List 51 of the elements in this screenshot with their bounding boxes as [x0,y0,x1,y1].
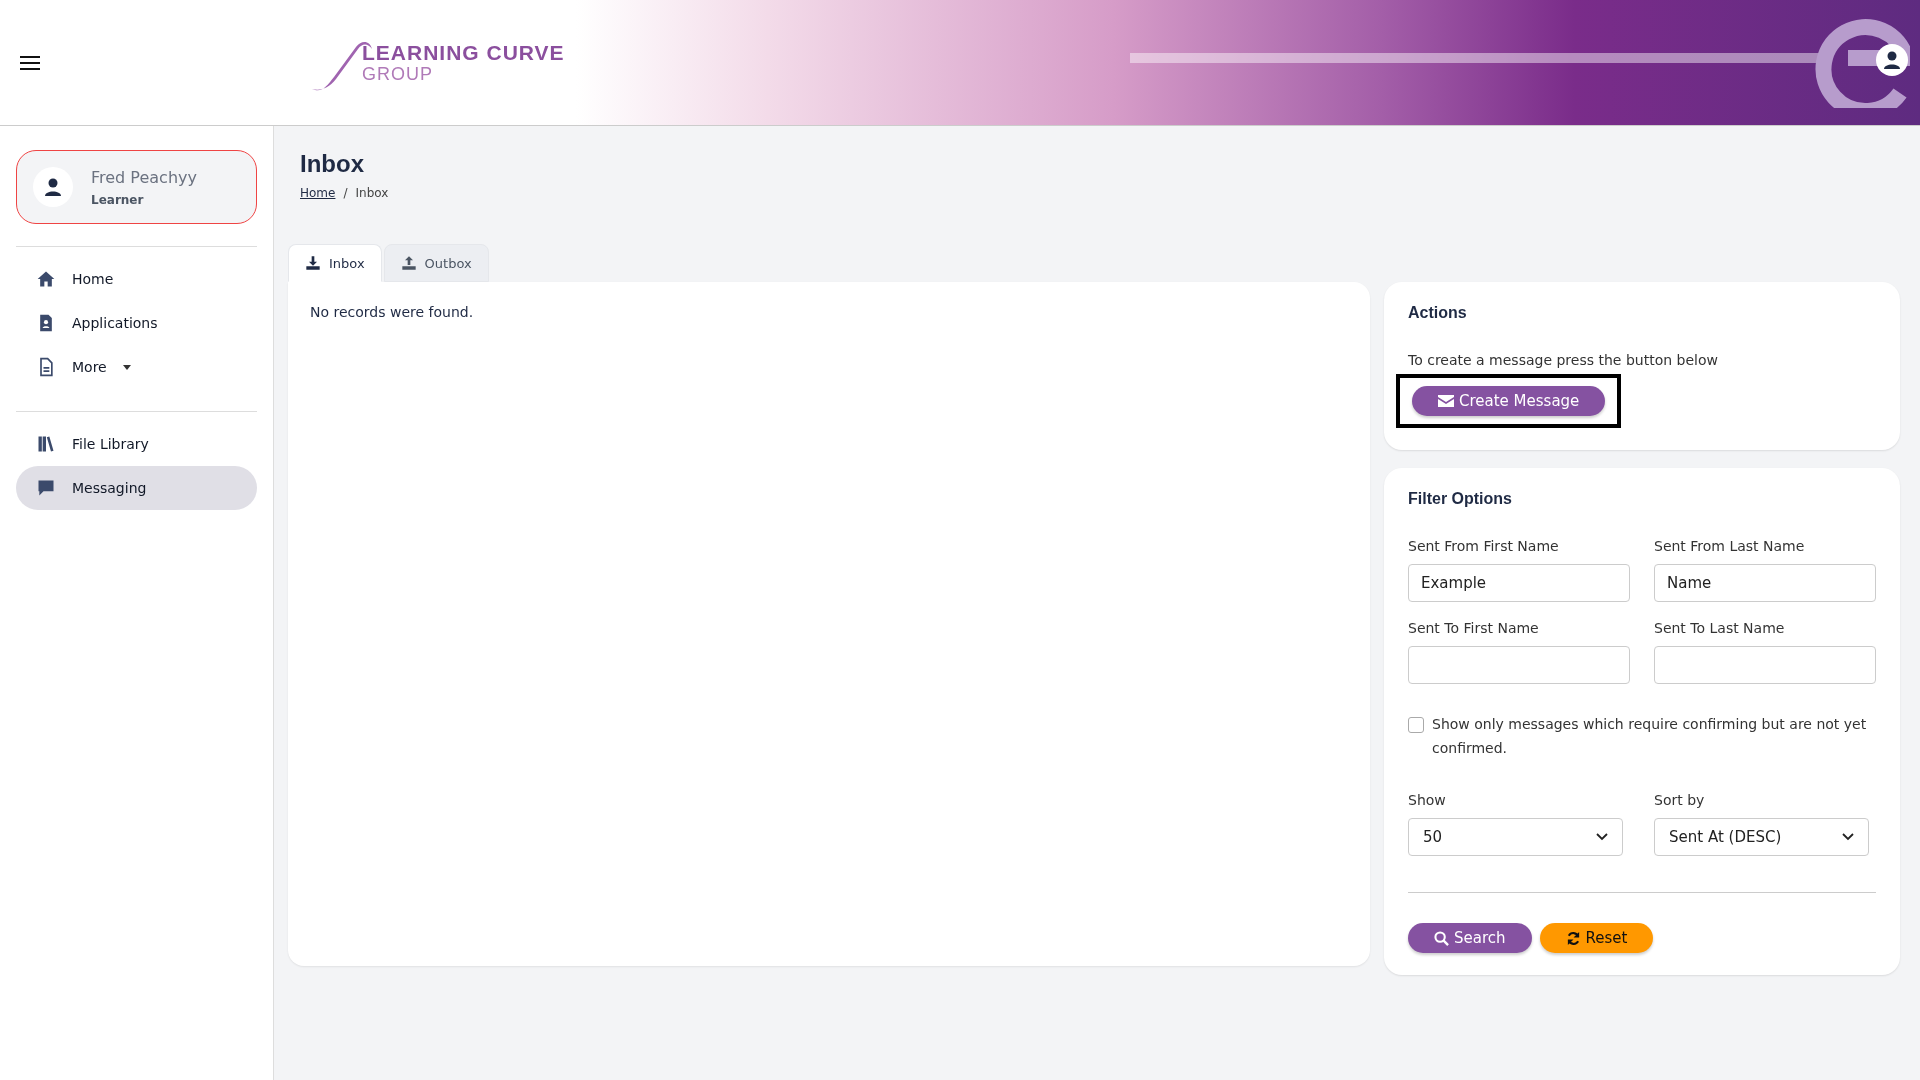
breadcrumb-link[interactable]: Home [300,186,336,200]
field-label: Sent To Last Name [1654,620,1786,636]
breadcrumb-current: Inbox [355,186,389,200]
sidebar-item[interactable]: Messaging [16,466,257,510]
sidebar-item[interactable]: Applications [16,301,257,345]
field-label: Sent To First Name [1408,620,1540,636]
user-icon [1884,51,1900,69]
download-icon [305,255,321,271]
actions-text: To create a message press the button below [1408,352,1719,368]
refresh-icon [1565,930,1581,946]
tab[interactable]: Inbox [288,244,382,282]
logo-title: LEARNING CURVE [362,42,565,63]
chevron-down-icon [1596,833,1609,841]
page-title: Inbox [300,150,365,178]
tab[interactable]: Outbox [383,244,489,282]
dropdown[interactable]: Sent At (DESC) [1654,818,1870,856]
user-icon [45,178,61,196]
reset-button[interactable]: Reset [1539,923,1654,953]
menu-icon[interactable] [20,55,40,70]
input-field[interactable]: Example [1408,564,1630,602]
empty-message: No records were found. [310,304,474,320]
checkbox[interactable] [1408,717,1424,733]
caret-icon [122,364,131,370]
envelope-icon [1438,395,1454,407]
sidebar-item[interactable]: File Library [16,422,257,466]
checkbox-label: Show only messages which require confirming but are not yet confirmed. [1432,715,1868,758]
sidebar-item[interactable]: More [16,345,257,389]
upload-icon [400,255,417,271]
input-field[interactable]: Name [1654,564,1876,602]
dropdown[interactable]: 50 [1408,818,1624,856]
logo-subtitle: GROUP [362,65,434,83]
home-icon [36,269,56,289]
field-label: Sent From First Name [1408,538,1560,554]
search-button[interactable]: Search [1408,923,1532,953]
account-button[interactable] [1876,44,1908,76]
input-field[interactable] [1408,646,1630,684]
sidebar-item[interactable]: Home [16,257,257,301]
breadcrumb-separator: / [343,186,348,200]
user-role: Learner [91,192,145,207]
books-icon [36,434,56,454]
search-icon [1434,930,1449,946]
create-message-button[interactable]: Create Message [1412,386,1606,416]
field-label: Show [1408,792,1447,808]
card-title: Actions [1408,304,1468,322]
input-field[interactable] [1654,646,1876,684]
field-label: Sent From Last Name [1654,538,1806,554]
card-title: Filter Options [1408,490,1513,508]
chat-icon [36,478,56,498]
user-name: Fred Peachyy [91,167,197,187]
field-label: Sort by [1654,792,1706,808]
chevron-down-icon [1842,833,1855,841]
